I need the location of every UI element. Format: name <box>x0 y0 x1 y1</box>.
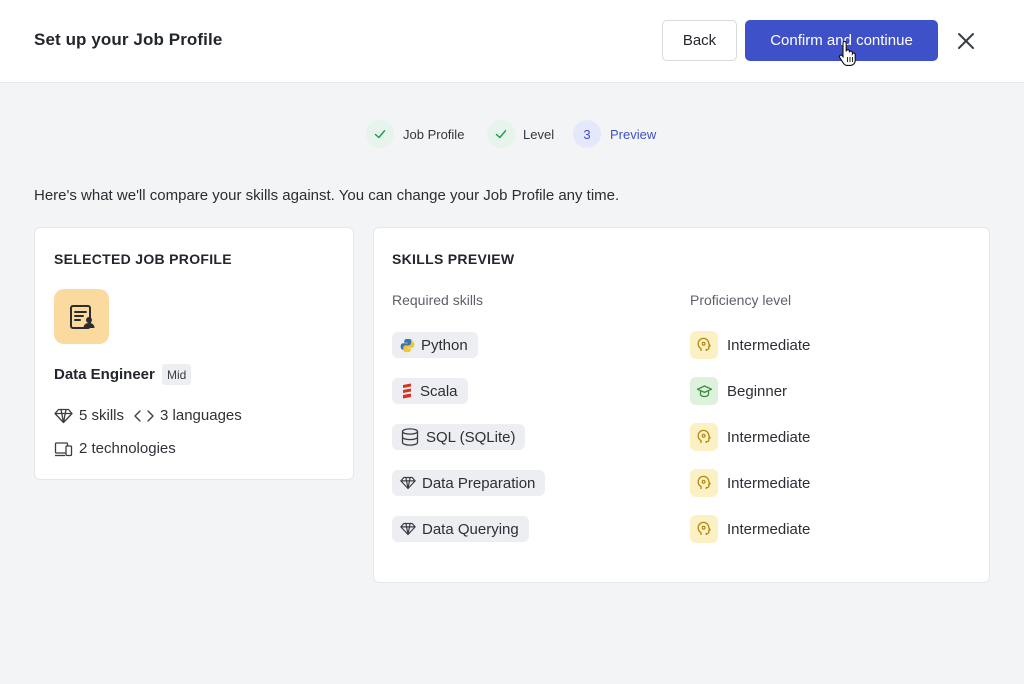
selected-job-profile-card: SELECTED JOB PROFILE Data Engineer Mid 5… <box>34 227 354 480</box>
code-brackets-icon <box>134 409 154 422</box>
skills-preview-card: SKILLS PREVIEW Required skills Proficien… <box>373 227 990 583</box>
header-bar: Set up your Job Profile Back Confirm and… <box>0 0 1024 83</box>
back-button[interactable]: Back <box>662 20 737 61</box>
intermediate-level-icon <box>690 515 718 543</box>
skill-chip-python: Python <box>392 332 478 358</box>
hand-pointer-icon <box>838 40 856 66</box>
diamond-icon <box>400 476 416 490</box>
proficiency-scala: Beginner <box>690 377 787 405</box>
step-number-badge: 3 <box>573 120 601 148</box>
step-done-check-icon <box>366 120 394 148</box>
progress-stepper: Job Profile Level 3 Preview <box>0 120 1024 148</box>
proficiency-label: Beginner <box>727 382 788 400</box>
skill-chip-scala: Scala <box>392 378 468 404</box>
languages-count: 3 languages <box>160 407 242 424</box>
technologies-row: 2 technologies <box>54 440 176 457</box>
skills-languages-row: 5 skills 3 languages <box>54 407 242 424</box>
level-badge: Mid <box>162 364 192 385</box>
skills-count: 5 skills <box>79 407 125 424</box>
skill-name: SQL (SQLite) <box>426 428 516 446</box>
intermediate-level-icon <box>690 469 718 497</box>
proficiency-data-querying: Intermediate <box>690 515 810 543</box>
skill-chip-data-querying: Data Querying <box>392 516 529 542</box>
scala-icon <box>403 383 411 399</box>
job-profile-name: Data Engineer <box>54 366 155 383</box>
skill-chip-sql: SQL (SQLite) <box>392 424 526 450</box>
skill-name: Python <box>421 336 468 354</box>
job-profile-icon <box>54 289 109 344</box>
proficiency-level-header: Proficiency level <box>690 292 792 308</box>
database-icon <box>401 428 419 446</box>
intermediate-level-icon <box>690 423 718 451</box>
technologies-count: 2 technologies <box>79 440 176 457</box>
required-skills-header: Required skills <box>392 292 484 308</box>
card-heading: SKILLS PREVIEW <box>392 251 515 267</box>
proficiency-data-preparation: Intermediate <box>690 469 810 497</box>
proficiency-label: Intermediate <box>727 520 811 538</box>
proficiency-python: Intermediate <box>690 331 810 359</box>
card-heading: SELECTED JOB PROFILE <box>54 251 232 267</box>
close-icon[interactable] <box>955 30 977 52</box>
step-job-profile[interactable]: Job Profile <box>403 127 464 142</box>
intro-text: Here's what we'll compare your skills ag… <box>34 187 620 204</box>
step-preview: Preview <box>610 127 657 142</box>
proficiency-sql: Intermediate <box>690 423 810 451</box>
proficiency-label: Intermediate <box>727 336 811 354</box>
python-icon <box>400 338 415 352</box>
skill-name: Data Preparation <box>422 474 536 492</box>
diamond-icon <box>400 522 416 536</box>
page-title: Set up your Job Profile <box>34 30 223 49</box>
skill-name: Scala <box>420 382 458 400</box>
skill-name: Data Querying <box>422 520 519 538</box>
step-done-check-icon <box>487 120 515 148</box>
proficiency-label: Intermediate <box>727 474 811 492</box>
skill-chip-data-preparation: Data Preparation <box>392 470 546 496</box>
proficiency-label: Intermediate <box>727 428 811 446</box>
step-level[interactable]: Level <box>523 127 554 142</box>
diamond-icon <box>54 408 73 423</box>
devices-icon <box>54 441 73 456</box>
beginner-level-icon <box>690 377 718 405</box>
intermediate-level-icon <box>690 331 718 359</box>
